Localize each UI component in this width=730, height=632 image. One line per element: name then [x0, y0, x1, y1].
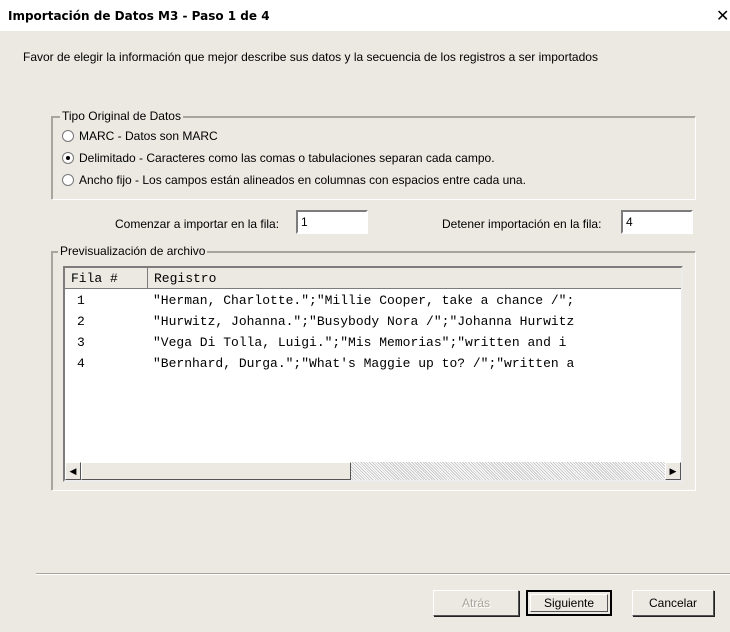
data-type-legend: Tipo Original de Datos	[60, 109, 183, 123]
scrollbar-thumb[interactable]	[81, 462, 351, 480]
row-record: "Vega Di Tolla, Luigi.";"Mis Memorias";"…	[153, 335, 567, 350]
scrollbar-track[interactable]	[351, 462, 665, 480]
table-row[interactable]: 3 "Vega Di Tolla, Luigi.";"Mis Memorias"…	[65, 335, 681, 351]
radio-fixed-width-label: Ancho fijo - Los campos están alineados …	[79, 173, 526, 187]
radio-delimited[interactable]: Delimitado - Caracteres como las comas o…	[62, 150, 495, 166]
radio-fixed-width[interactable]: Ancho fijo - Los campos están alineados …	[62, 172, 526, 188]
next-button-label: Siguiente	[530, 594, 608, 612]
radio-delimited-label: Delimitado - Caracteres como las comas o…	[79, 151, 495, 165]
footer-separator	[36, 573, 730, 575]
radio-button-delimited[interactable]	[62, 152, 74, 164]
row-record: "Herman, Charlotte.";"Millie Cooper, tak…	[153, 293, 575, 308]
row-number: 4	[77, 356, 85, 371]
table-row[interactable]: 2 "Hurwitz, Johanna.";"Busybody Nora /";…	[65, 314, 681, 330]
stop-row-input[interactable]	[621, 210, 693, 234]
file-preview-list[interactable]: Fila # Registro 1 "Herman, Charlotte.";"…	[63, 266, 683, 482]
start-row-input[interactable]	[296, 210, 368, 234]
radio-button-fixed-width[interactable]	[62, 174, 74, 186]
row-number: 3	[77, 335, 85, 350]
start-row-label: Comenzar a importar en la fila:	[115, 217, 280, 231]
radio-button-marc[interactable]	[62, 130, 74, 142]
arrow-left-icon[interactable]: ◀	[65, 462, 81, 480]
cancel-button[interactable]: Cancelar	[632, 590, 714, 616]
horizontal-scrollbar[interactable]: ◀ ▶	[65, 462, 681, 480]
arrow-right-icon[interactable]: ▶	[665, 462, 681, 480]
window-title: Importación de Datos M3 - Paso 1 de 4	[8, 9, 270, 23]
instructions-text: Favor de elegir la información que mejor…	[23, 50, 598, 64]
stop-row-label: Detener importación en la fila:	[442, 217, 602, 231]
row-number: 2	[77, 314, 85, 329]
radio-marc[interactable]: MARC - Datos son MARC	[62, 128, 218, 144]
column-header-row-number[interactable]: Fila #	[65, 268, 148, 289]
next-button[interactable]: Siguiente	[526, 590, 612, 616]
row-record: "Hurwitz, Johanna.";"Busybody Nora /";"J…	[153, 314, 575, 329]
back-button[interactable]: Atrás	[433, 590, 519, 616]
import-wizard-window: Importación de Datos M3 - Paso 1 de 4 ✕ …	[0, 0, 730, 632]
close-icon[interactable]: ✕	[716, 6, 729, 25]
title-bar: Importación de Datos M3 - Paso 1 de 4 ✕	[0, 0, 730, 31]
radio-marc-label: MARC - Datos son MARC	[79, 129, 218, 143]
file-preview-legend: Previsualización de archivo	[58, 244, 208, 258]
row-record: "Bernhard, Durga.";"What's Maggie up to?…	[153, 356, 575, 371]
data-type-group: Tipo Original de Datos MARC - Datos son …	[51, 109, 696, 200]
table-row[interactable]: 1 "Herman, Charlotte.";"Millie Cooper, t…	[65, 293, 681, 309]
row-number: 1	[77, 293, 85, 308]
column-header-record[interactable]: Registro	[148, 268, 681, 289]
table-row[interactable]: 4 "Bernhard, Durga.";"What's Maggie up t…	[65, 356, 681, 372]
